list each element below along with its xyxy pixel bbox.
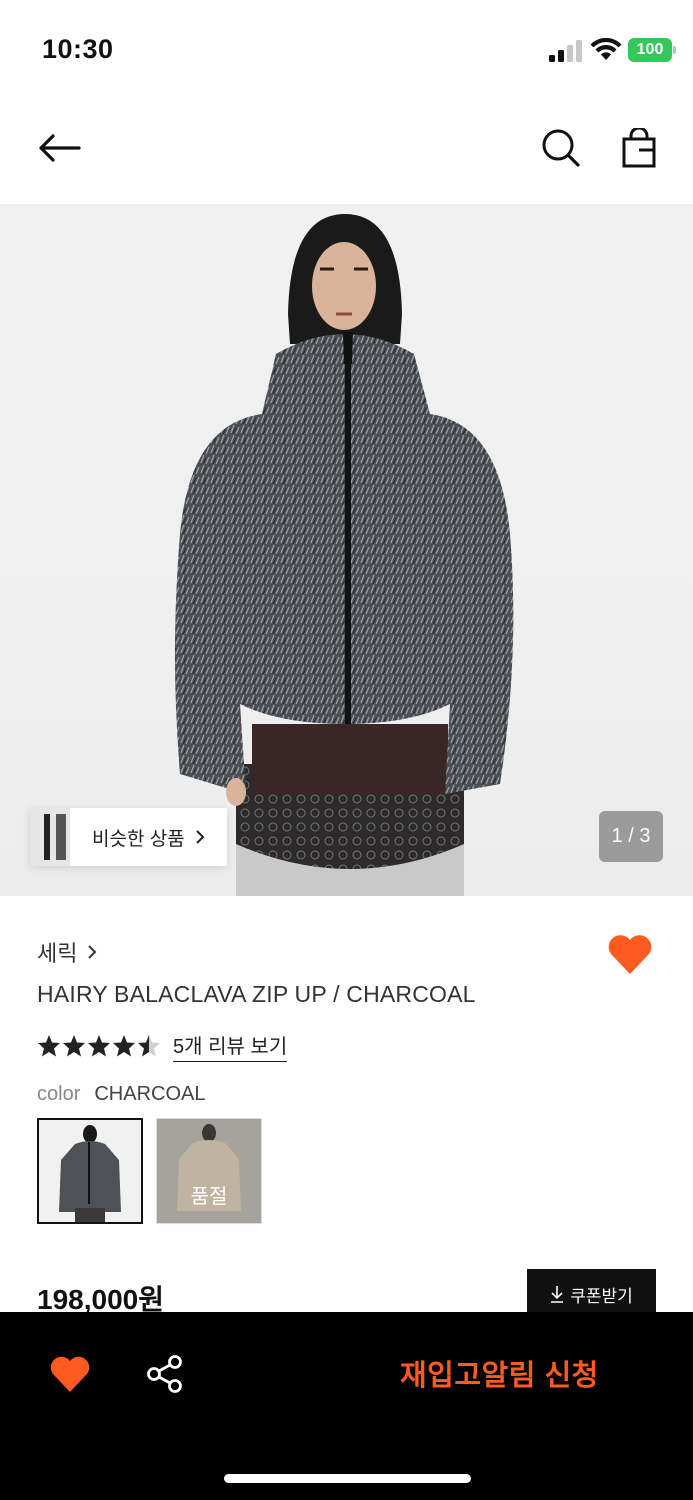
color-swatch-beige[interactable]: 품절 <box>156 1118 262 1224</box>
cart-button[interactable] <box>616 125 662 171</box>
color-swatch-charcoal[interactable] <box>37 1118 143 1224</box>
color-row: color CHARCOAL <box>37 1083 206 1106</box>
similar-products-button[interactable]: 비슷한 상품 <box>30 808 227 866</box>
brand-name: 세릭 <box>37 941 78 966</box>
download-icon <box>551 1286 564 1303</box>
wishlist-heart-icon[interactable] <box>49 1354 91 1394</box>
share-icon[interactable] <box>145 1354 185 1394</box>
search-button[interactable] <box>538 125 584 171</box>
chevron-right-icon <box>88 945 97 959</box>
color-value: CHARCOAL <box>94 1083 206 1105</box>
similar-thumbnails <box>30 808 70 866</box>
wifi-icon <box>590 38 622 60</box>
product-image-carousel[interactable] <box>0 204 693 896</box>
arrow-left-icon <box>39 134 81 162</box>
restock-alert-button[interactable]: 재입고알림 신청 <box>400 1352 599 1394</box>
top-navigation <box>0 100 693 204</box>
brand-link[interactable]: 세릭 <box>37 936 97 968</box>
reviews-link[interactable]: 5개 리뷰 보기 <box>173 1030 288 1062</box>
battery-indicator: 100 <box>628 38 676 62</box>
similar-products-label: 비슷한 상품 <box>92 828 185 850</box>
bottom-action-bar <box>0 1312 693 1500</box>
color-label: color <box>37 1083 81 1105</box>
product-title: HAIRY BALACLAVA ZIP UP / CHARCOAL <box>37 981 476 1007</box>
rating-row: 5개 리뷰 보기 <box>37 1030 288 1062</box>
coupon-label: 쿠폰받기 <box>570 1286 633 1306</box>
rating-stars <box>38 1035 160 1057</box>
search-icon <box>542 129 580 167</box>
favorite-heart-icon[interactable] <box>606 932 654 976</box>
swatch-thumbnail <box>39 1120 141 1222</box>
soldout-label: 품절 <box>190 1186 228 1208</box>
image-counter: 1 / 3 <box>599 811 663 862</box>
shopping-bag-icon <box>622 128 656 168</box>
chevron-right-icon <box>195 830 205 844</box>
signal-icon <box>549 40 582 62</box>
status-bar: 10:30 100 <box>0 0 693 100</box>
back-button[interactable] <box>34 128 84 168</box>
product-photo <box>175 214 514 896</box>
home-indicator <box>224 1474 471 1483</box>
status-time: 10:30 <box>42 34 114 64</box>
